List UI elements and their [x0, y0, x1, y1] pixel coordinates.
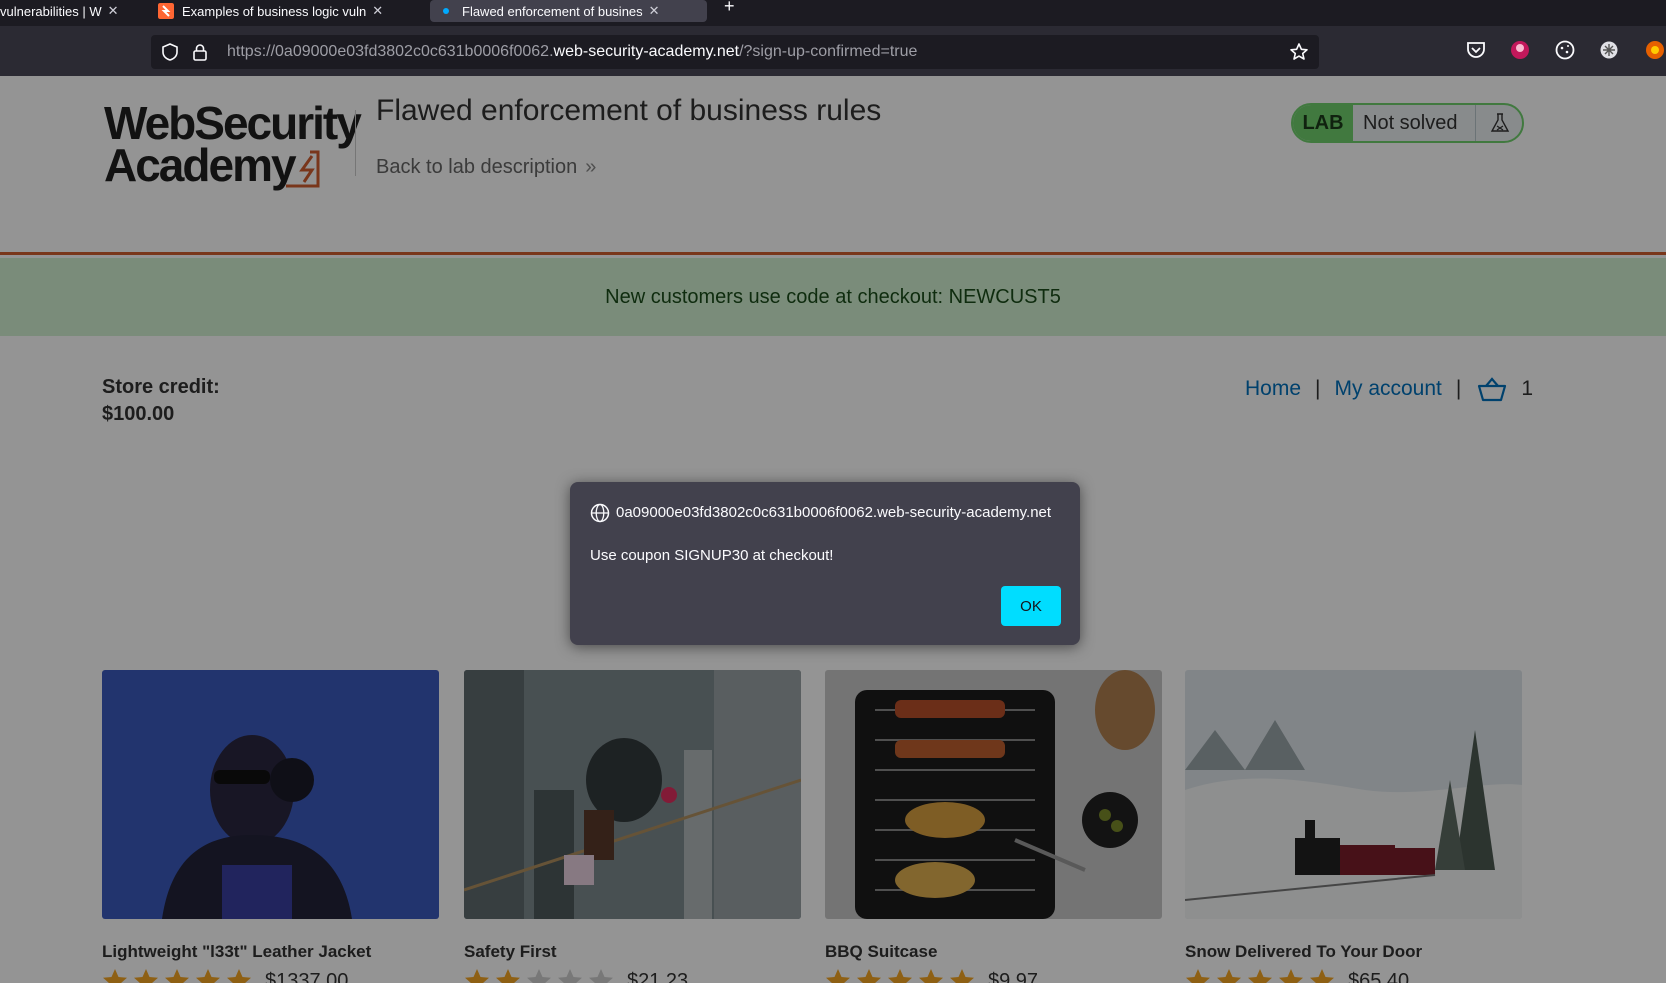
close-tab-icon[interactable]: ✕	[649, 3, 660, 19]
ok-button[interactable]: OK	[1001, 586, 1061, 626]
portswigger-favicon-icon	[158, 3, 174, 19]
url-bar[interactable]: https://0a09000e03fd3802c0c631b0006f0062…	[151, 35, 1319, 69]
globe-icon	[590, 503, 610, 523]
alert-dialog: 0a09000e03fd3802c0c631b0006f0062.web-sec…	[570, 482, 1080, 645]
tab-examples[interactable]: Examples of business logic vuln ✕	[150, 0, 414, 22]
tab-bar: vulnerabilities | W ✕ Examples of busine…	[0, 0, 1666, 26]
url-prefix: https://0a09000e03fd3802c0c631b0006f0062…	[227, 43, 554, 60]
new-tab-button[interactable]: +	[724, 0, 735, 17]
extension-avatar-icon[interactable]	[1509, 39, 1531, 61]
extension-snowflake-icon[interactable]	[1598, 39, 1620, 61]
url-text[interactable]: https://0a09000e03fd3802c0c631b0006f0062…	[227, 43, 917, 61]
lock-icon[interactable]	[191, 43, 209, 61]
tracking-shield-icon[interactable]	[161, 43, 179, 61]
close-tab-icon[interactable]: ✕	[108, 3, 119, 19]
dialog-origin: 0a09000e03fd3802c0c631b0006f0062.web-sec…	[616, 504, 1052, 521]
loading-favicon-icon	[443, 8, 449, 14]
url-suffix: /?sign-up-confirmed=true	[739, 43, 918, 60]
tab-title: vulnerabilities | W	[0, 3, 102, 19]
tab-vulnerabilities[interactable]: vulnerabilities | W ✕	[0, 0, 132, 22]
bookmark-star-icon[interactable]	[1289, 42, 1309, 62]
url-host: web-security-academy.net	[553, 43, 740, 60]
close-tab-icon[interactable]: ✕	[372, 3, 383, 19]
tab-flawed-enforcement[interactable]: Flawed enforcement of busines ✕	[430, 0, 707, 22]
cookie-icon[interactable]	[1554, 39, 1576, 61]
dialog-message: Use coupon SIGNUP30 at checkout!	[590, 547, 834, 564]
tab-title: Flawed enforcement of busines	[462, 3, 643, 19]
extension-fox-icon[interactable]	[1644, 39, 1666, 61]
tab-title: Examples of business logic vuln	[182, 3, 367, 19]
nav-toolbar: https://0a09000e03fd3802c0c631b0006f0062…	[0, 26, 1666, 76]
pocket-icon[interactable]	[1465, 39, 1487, 61]
